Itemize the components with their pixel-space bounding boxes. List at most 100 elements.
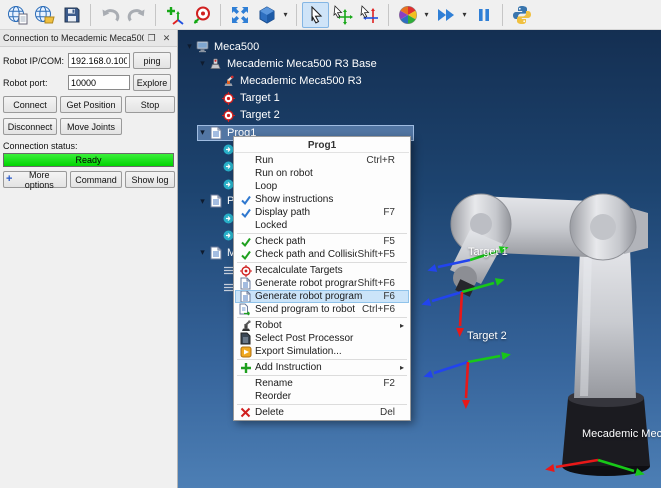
new-station-button[interactable] (4, 2, 31, 28)
robodk-window: ▾▾▾ Connection to Mecademic Meca500 R3 ❐… (0, 0, 661, 488)
disconnect-button[interactable]: Disconnect (3, 118, 57, 135)
3d-viewport[interactable]: Target 1 Target 2 Mecademic Meca500 R3 B… (178, 30, 661, 488)
add-reference-frame-icon (165, 5, 185, 25)
menu-item-label: Generate robot program (255, 291, 383, 302)
expand-arrow-icon[interactable]: ▾ (197, 197, 208, 206)
menu-item-robot[interactable]: Robot▸ (235, 319, 409, 332)
menu-separator (237, 233, 407, 234)
tree-item-target-1[interactable]: Target 1 (178, 90, 661, 107)
menu-item-label: Add Instruction (255, 362, 395, 373)
menu-item-reorder[interactable]: Reorder (235, 390, 409, 403)
menu-item-shortcut: F6 (383, 291, 400, 302)
doc-send-icon (236, 303, 255, 316)
render-options-icon (398, 5, 418, 25)
pause-simulation-button[interactable] (470, 2, 497, 28)
recalc-icon (236, 265, 255, 277)
add-reference-frame-button[interactable] (161, 2, 188, 28)
tree-item-meca500[interactable]: ▾Meca500 (178, 38, 661, 55)
command-button[interactable]: Command (70, 171, 122, 188)
menu-separator (237, 317, 407, 318)
open-station-icon (34, 5, 56, 25)
menu-item-run[interactable]: RunCtrl+R (235, 154, 409, 167)
select-cursor-button[interactable] (302, 2, 329, 28)
pause-simulation-icon (476, 7, 492, 23)
add-target-button[interactable] (188, 2, 215, 28)
menu-item-label: Delete (255, 407, 380, 418)
robot-port-input[interactable] (68, 75, 130, 90)
explore-button[interactable]: Explore (133, 74, 171, 91)
stop-button[interactable]: Stop (125, 96, 175, 113)
tree-row-line[interactable]: ▾Meca500 (184, 39, 259, 55)
menu-item-label: Send program to robot (255, 304, 362, 315)
tree-item-mecademic-meca500-r3[interactable]: Mecademic Meca500 R3 (178, 72, 661, 89)
menu-item-display-path[interactable]: Display pathF7 (235, 206, 409, 219)
menu-item-check-path-and-collisions[interactable]: Check path and CollisionsShift+F5 (235, 248, 409, 261)
save-station-button[interactable] (58, 2, 85, 28)
menu-item-label: Generate robot program as... (255, 278, 357, 289)
open-station-button[interactable] (31, 2, 58, 28)
connect-button[interactable]: Connect (3, 96, 57, 113)
menu-item-rename[interactable]: RenameF2 (235, 377, 409, 390)
panel-float-icon[interactable]: ❐ (144, 31, 159, 45)
menu-item-show-instructions[interactable]: Show instructions (235, 193, 409, 206)
doc-icon (236, 290, 255, 303)
menu-item-send-program-to-robot[interactable]: Send program to robotCtrl+F6 (235, 303, 409, 316)
tree-row-line[interactable]: Target 2 (210, 107, 280, 123)
isometric-view-dropdown-arrow[interactable]: ▾ (280, 2, 291, 28)
isometric-view-button[interactable] (253, 2, 280, 28)
menu-item-generate-robot-program-as[interactable]: Generate robot program as...Shift+F6 (235, 277, 409, 290)
menu-item-label: Reorder (255, 391, 395, 402)
expand-arrow-icon[interactable]: ▾ (197, 128, 208, 137)
move-joints-button[interactable]: Move Joints (60, 118, 122, 135)
menu-item-select-post-processor[interactable]: Select Post Processor (235, 332, 409, 345)
menu-item-label: Run on robot (255, 168, 395, 179)
menu-item-generate-robot-program[interactable]: Generate robot programF6 (235, 290, 409, 303)
menu-item-locked[interactable]: Locked (235, 219, 409, 232)
more-options-button[interactable]: + More options (3, 171, 67, 188)
check-green-icon (236, 236, 255, 248)
target-2-3d-label: Target 2 (467, 330, 507, 342)
move-tool-button[interactable] (356, 2, 383, 28)
fast-simulation-dropdown-arrow[interactable]: ▾ (459, 2, 470, 28)
fit-view-button[interactable] (226, 2, 253, 28)
robot-ip-input[interactable] (68, 53, 130, 68)
menu-item-recalculate-targets[interactable]: Recalculate Targets (235, 264, 409, 277)
post-icon (236, 332, 255, 345)
target-2-frame[interactable] (422, 350, 511, 409)
render-options-dropdown-arrow[interactable]: ▾ (421, 2, 432, 28)
redo-button[interactable] (123, 2, 150, 28)
ping-button[interactable]: ping (133, 52, 171, 69)
tree-item-mecademic-meca500-r3-base[interactable]: ▾Mecademic Meca500 R3 Base (178, 55, 661, 72)
fast-simulation-button[interactable] (432, 2, 459, 28)
tree-item-label: Target 2 (240, 109, 280, 121)
toolbar-separator (296, 4, 297, 26)
menu-separator (237, 404, 407, 405)
tree-row-line[interactable]: Target 1 (210, 90, 280, 106)
python-button[interactable] (508, 2, 535, 28)
station-icon (195, 40, 210, 53)
render-options-button[interactable] (394, 2, 421, 28)
menu-item-loop[interactable]: Loop (235, 180, 409, 193)
toolbar-separator (220, 4, 221, 26)
menu-item-add-instruction[interactable]: Add Instruction▸ (235, 361, 409, 374)
check-green-icon (236, 249, 255, 261)
tree-row-line[interactable]: Mecademic Meca500 R3 (210, 73, 362, 89)
tree-item-target-2[interactable]: Target 2 (178, 107, 661, 124)
menu-item-run-on-robot[interactable]: Run on robot (235, 167, 409, 180)
get-position-button[interactable]: Get Position (60, 96, 122, 113)
expand-arrow-icon[interactable]: ▾ (197, 59, 208, 68)
menu-item-check-path[interactable]: Check pathF5 (235, 235, 409, 248)
connection-panel-titlebar[interactable]: Connection to Mecademic Meca500 R3 ❐ ✕ (0, 30, 177, 47)
expand-arrow-icon[interactable]: ▾ (184, 42, 195, 51)
menu-item-shortcut: Shift+F5 (357, 249, 400, 260)
menu-item-export-simulation[interactable]: Export Simulation... (235, 345, 409, 358)
expand-arrow-icon[interactable]: ▾ (197, 248, 208, 257)
undo-button[interactable] (96, 2, 123, 28)
target-icon (221, 109, 236, 122)
show-log-button[interactable]: Show log (125, 171, 175, 188)
move-reference-button[interactable] (329, 2, 356, 28)
tree-row-line[interactable]: ▾Mecademic Meca500 R3 Base (197, 56, 377, 72)
panel-close-icon[interactable]: ✕ (159, 31, 174, 45)
tree-item-label: Target 1 (240, 92, 280, 104)
menu-item-delete[interactable]: DeleteDel (235, 406, 409, 419)
